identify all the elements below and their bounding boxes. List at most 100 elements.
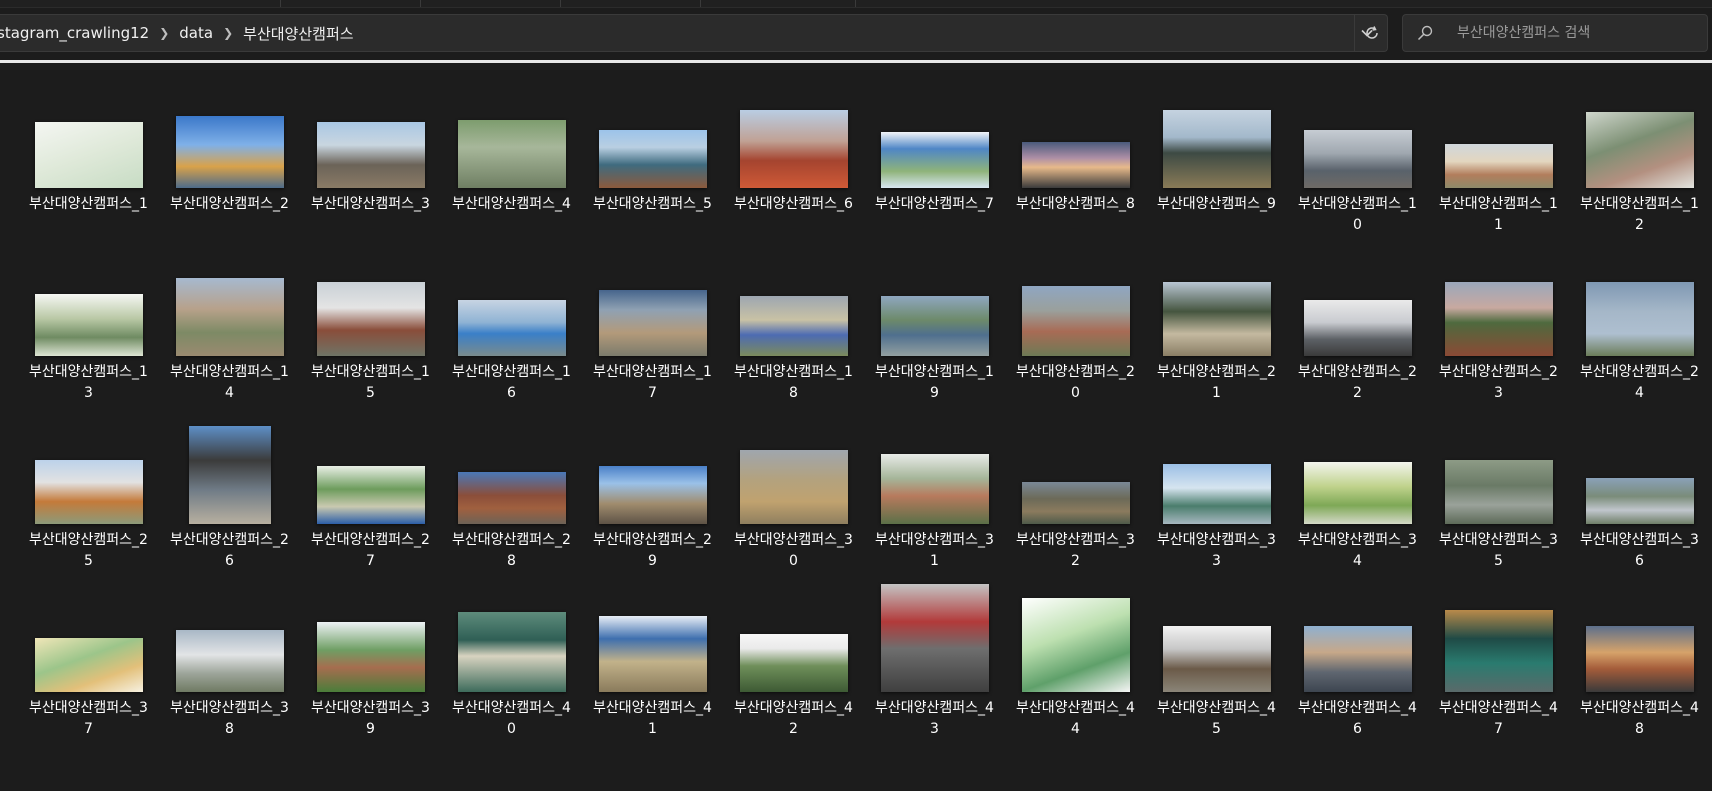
file-item[interactable]: 부산대양산캠퍼스_48 — [1569, 604, 1710, 772]
image-thumbnail[interactable] — [1444, 460, 1553, 524]
file-item[interactable]: 부산대양산캠퍼스_44 — [1005, 598, 1146, 772]
file-name-label[interactable]: 부산대양산캠퍼스_44 — [1016, 698, 1136, 740]
image-thumbnail[interactable] — [1585, 282, 1694, 356]
file-name-label[interactable]: 부산대양산캠퍼스_28 — [452, 530, 572, 572]
image-thumbnail[interactable] — [1444, 282, 1553, 356]
file-item[interactable]: 부산대양산캠퍼스_1 — [18, 100, 159, 268]
image-thumbnail[interactable] — [598, 130, 707, 188]
file-name-label[interactable]: 부산대양산캠퍼스_3 — [311, 194, 431, 215]
file-item[interactable]: 부산대양산캠퍼스_41 — [582, 604, 723, 772]
refresh-button[interactable] — [1354, 14, 1388, 52]
file-name-label[interactable]: 부산대양산캠퍼스_11 — [1439, 194, 1559, 236]
file-name-label[interactable]: 부산대양산캠퍼스_33 — [1157, 530, 1277, 572]
file-item[interactable]: 부산대양산캠퍼스_3 — [300, 100, 441, 268]
file-name-label[interactable]: 부산대양산캠퍼스_42 — [734, 698, 854, 740]
file-item[interactable]: 부산대양산캠퍼스_14 — [159, 268, 300, 436]
file-item[interactable]: 부산대양산캠퍼스_35 — [1428, 436, 1569, 604]
file-item[interactable]: 부산대양산캠퍼스_8 — [1005, 100, 1146, 268]
image-thumbnail[interactable] — [188, 426, 271, 524]
file-name-label[interactable]: 부산대양산캠퍼스_14 — [170, 362, 290, 404]
file-item[interactable]: 부산대양산캠퍼스_24 — [1569, 268, 1710, 436]
search-box[interactable] — [1402, 14, 1708, 52]
file-name-label[interactable]: 부산대양산캠퍼스_38 — [170, 698, 290, 740]
image-thumbnail[interactable] — [457, 472, 566, 524]
image-thumbnail[interactable] — [1162, 626, 1271, 692]
file-item[interactable]: 부산대양산캠퍼스_4 — [441, 100, 582, 268]
image-thumbnail[interactable] — [880, 584, 989, 692]
image-thumbnail[interactable] — [457, 300, 566, 356]
file-item[interactable]: 부산대양산캠퍼스_40 — [441, 604, 582, 772]
file-item[interactable]: 부산대양산캠퍼스_46 — [1287, 604, 1428, 772]
file-item[interactable]: 부산대양산캠퍼스_25 — [18, 436, 159, 604]
image-thumbnail[interactable] — [34, 638, 143, 692]
file-item[interactable]: 부산대양산캠퍼스_39 — [300, 604, 441, 772]
file-name-label[interactable]: 부산대양산캠퍼스_36 — [1580, 530, 1700, 572]
file-name-label[interactable]: 부산대양산캠퍼스_19 — [875, 362, 995, 404]
file-item[interactable]: 부산대양산캠퍼스_20 — [1005, 268, 1146, 436]
file-item[interactable]: 부산대양산캠퍼스_38 — [159, 604, 300, 772]
image-thumbnail[interactable] — [175, 278, 284, 356]
file-name-label[interactable]: 부산대양산캠퍼스_2 — [170, 194, 290, 215]
file-item[interactable]: 부산대양산캠퍼스_19 — [864, 268, 1005, 436]
file-item[interactable]: 부산대양산캠퍼스_27 — [300, 436, 441, 604]
image-thumbnail[interactable] — [1303, 300, 1412, 356]
file-name-label[interactable]: 부산대양산캠퍼스_48 — [1580, 698, 1700, 740]
file-item[interactable]: 부산대양산캠퍼스_11 — [1428, 100, 1569, 268]
file-name-label[interactable]: 부산대양산캠퍼스_47 — [1439, 698, 1559, 740]
file-name-label[interactable]: 부산대양산캠퍼스_15 — [311, 362, 431, 404]
file-name-label[interactable]: 부산대양산캠퍼스_13 — [29, 362, 149, 404]
file-item[interactable]: 부산대양산캠퍼스_6 — [723, 100, 864, 268]
file-item[interactable]: 부산대양산캠퍼스_16 — [441, 268, 582, 436]
file-item[interactable]: 부산대양산캠퍼스_29 — [582, 436, 723, 604]
file-item[interactable]: 부산대양산캠퍼스_26 — [159, 426, 300, 604]
file-name-label[interactable]: 부산대양산캠퍼스_41 — [593, 698, 713, 740]
file-item[interactable]: 부산대양산캠퍼스_37 — [18, 604, 159, 772]
file-item[interactable]: 부산대양산캠퍼스_43 — [864, 584, 1005, 772]
image-thumbnail[interactable] — [175, 116, 284, 188]
file-item[interactable]: 부산대양산캠퍼스_30 — [723, 436, 864, 604]
image-thumbnail[interactable] — [880, 296, 989, 356]
file-item[interactable]: 부산대양산캠퍼스_21 — [1146, 268, 1287, 436]
file-name-label[interactable]: 부산대양산캠퍼스_7 — [875, 194, 995, 215]
file-name-label[interactable]: 부산대양산캠퍼스_4 — [452, 194, 572, 215]
file-item[interactable]: 부산대양산캠퍼스_32 — [1005, 436, 1146, 604]
file-name-label[interactable]: 부산대양산캠퍼스_37 — [29, 698, 149, 740]
image-thumbnail[interactable] — [316, 622, 425, 692]
file-item[interactable]: 부산대양산캠퍼스_17 — [582, 268, 723, 436]
breadcrumb-item-parent[interactable]: stagram_crawling12 — [0, 24, 155, 42]
file-name-label[interactable]: 부산대양산캠퍼스_23 — [1439, 362, 1559, 404]
image-thumbnail[interactable] — [1162, 110, 1271, 188]
breadcrumb-item-data[interactable]: data — [173, 24, 219, 42]
file-item[interactable]: 부산대양산캠퍼스_9 — [1146, 100, 1287, 268]
image-thumbnail[interactable] — [1021, 142, 1130, 188]
breadcrumb-item-current[interactable]: 부산대양산캠퍼스 — [237, 23, 359, 44]
image-thumbnail[interactable] — [1021, 482, 1130, 524]
file-name-label[interactable]: 부산대양산캠퍼스_1 — [29, 194, 149, 215]
file-name-label[interactable]: 부산대양산캠퍼스_12 — [1580, 194, 1700, 236]
chevron-right-icon[interactable]: ❯ — [219, 26, 237, 40]
file-name-label[interactable]: 부산대양산캠퍼스_29 — [593, 530, 713, 572]
file-item[interactable]: 부산대양산캠퍼스_47 — [1428, 604, 1569, 772]
image-thumbnail[interactable] — [175, 630, 284, 692]
file-name-label[interactable]: 부산대양산캠퍼스_10 — [1298, 194, 1418, 236]
file-name-label[interactable]: 부산대양산캠퍼스_22 — [1298, 362, 1418, 404]
file-item[interactable]: 부산대양산캠퍼스_33 — [1146, 436, 1287, 604]
file-name-label[interactable]: 부산대양산캠퍼스_31 — [875, 530, 995, 572]
file-item[interactable]: 부산대양산캠퍼스_10 — [1287, 100, 1428, 268]
file-name-label[interactable]: 부산대양산캠퍼스_39 — [311, 698, 431, 740]
file-item[interactable]: 부산대양산캠퍼스_42 — [723, 604, 864, 772]
image-thumbnail[interactable] — [1585, 478, 1694, 524]
file-name-label[interactable]: 부산대양산캠퍼스_24 — [1580, 362, 1700, 404]
file-item[interactable]: 부산대양산캠퍼스_18 — [723, 268, 864, 436]
file-name-label[interactable]: 부산대양산캠퍼스_35 — [1439, 530, 1559, 572]
image-thumbnail[interactable] — [880, 454, 989, 524]
image-thumbnail[interactable] — [598, 290, 707, 356]
file-name-label[interactable]: 부산대양산캠퍼스_5 — [593, 194, 713, 215]
file-item[interactable]: 부산대양산캠퍼스_28 — [441, 436, 582, 604]
image-thumbnail[interactable] — [34, 122, 143, 188]
image-thumbnail[interactable] — [1162, 282, 1271, 356]
file-name-label[interactable]: 부산대양산캠퍼스_9 — [1157, 194, 1277, 215]
file-name-label[interactable]: 부산대양산캠퍼스_25 — [29, 530, 149, 572]
file-item[interactable]: 부산대양산캠퍼스_31 — [864, 436, 1005, 604]
image-thumbnail[interactable] — [1021, 286, 1130, 356]
